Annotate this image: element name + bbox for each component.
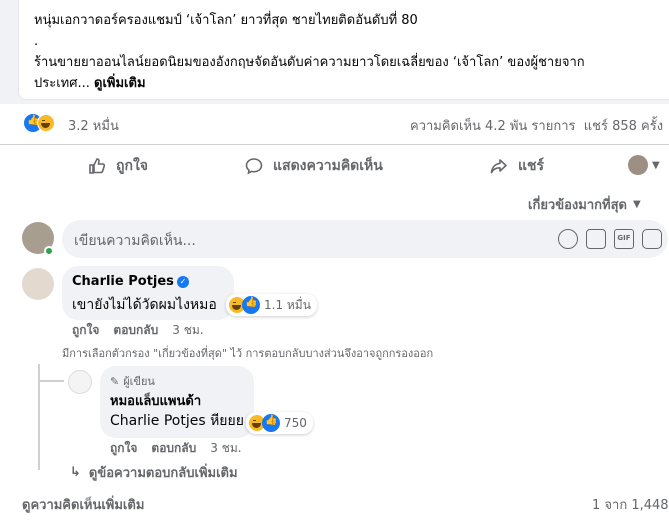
share-arrow-icon	[490, 159, 507, 174]
post-stats: 3.2 หมื่น ความคิดเห็น 4.2 พัน รายการ แชร…	[0, 104, 669, 144]
speech-bubble-icon	[245, 158, 263, 175]
pencil-icon: ✎	[110, 374, 120, 388]
reply-author[interactable]: หมอแล็บแพนด้า	[110, 390, 201, 411]
reply-reactions[interactable]: 750	[246, 412, 313, 434]
comment-meta: ถูกใจ ตอบกลับ 3 ชม.	[72, 321, 204, 340]
comment-like-link[interactable]: ถูกใจ	[72, 321, 99, 340]
post-line-4: ประเทศ...	[34, 76, 90, 91]
emoji-icon[interactable]	[558, 229, 578, 249]
reaction-icons[interactable]	[24, 114, 55, 132]
comment-label: แสดงความคิดเห็น	[273, 158, 383, 174]
sort-dropdown[interactable]: เกี่ยวข้องมากที่สุด ▼	[528, 194, 641, 215]
post-body: หนุ่มเอกวาดอร์ครองแชมป์ ‘เจ้าโลก’ ยาวที่…	[34, 10, 669, 94]
chevron-down-icon: ▼	[632, 199, 641, 210]
see-more-link[interactable]: ดูเพิ่มเติม	[94, 76, 145, 91]
reply-author-avatar[interactable]	[68, 370, 92, 394]
reply-mention[interactable]: Charlie Potjes	[110, 413, 206, 429]
post-line-3: ร้านขายยาออนไลน์ยอดนิยมของอังกฤษจัดอันดั…	[34, 55, 585, 70]
author-badge: ✎ ผู้เขียน	[110, 374, 155, 389]
post-as-selector[interactable]: ▼	[628, 155, 660, 175]
gif-icon[interactable]: GIF	[614, 229, 634, 249]
filter-notice: มีการเลือกตัวกรอง "เกี่ยวข้องที่สุด" ไว้…	[62, 347, 434, 360]
comment-text: เขายังไม่ได้วัดผมไงหมอ	[72, 297, 217, 313]
comment-placeholder: เขียนความคิดเห็น...	[74, 233, 196, 249]
comments-pagination: 1 จาก 1,448	[592, 498, 669, 513]
verified-badge-icon: ✓	[176, 275, 189, 288]
post-line-2: .	[34, 34, 39, 49]
composer-tools: GIF	[558, 229, 662, 249]
camera-icon[interactable]	[586, 229, 606, 249]
comment-time[interactable]: 3 ชม.	[172, 321, 203, 340]
thread-branch	[38, 380, 64, 382]
page-avatar	[628, 155, 648, 175]
post-actions: ถูกใจ แสดงความคิดเห็น แชร์ ▼	[0, 144, 669, 184]
comment-author[interactable]: Charlie Potjes ✓	[72, 274, 189, 289]
comment-reactions[interactable]: 1.1 หมื่น	[226, 294, 317, 316]
like-button[interactable]: ถูกใจ	[88, 155, 148, 177]
sort-label: เกี่ยวข้องมากที่สุด	[528, 198, 627, 213]
comment-input[interactable]: เขียนความคิดเห็น... GIF	[62, 220, 668, 258]
commenter-avatar[interactable]	[22, 268, 54, 300]
post-line-1: หนุ่มเอกวาดอร์ครองแชมป์ ‘เจ้าโลก’ ยาวที่…	[34, 13, 418, 28]
reply-reply-link[interactable]: ตอบกลับ	[151, 439, 196, 458]
share-button[interactable]: แชร์	[490, 155, 544, 177]
reply-reaction-count: 750	[284, 416, 307, 430]
comment-bubble: Charlie Potjes ✓ เขายังไม่ได้วัดผมไงหมอ	[62, 266, 234, 320]
comment-reply-link[interactable]: ตอบกลับ	[113, 321, 158, 340]
chevron-down-icon: ▼	[652, 159, 660, 171]
share-label: แชร์	[518, 158, 545, 174]
comments-shares-count[interactable]: ความคิดเห็น 4.2 พัน รายการ แชร์ 858 ครั้…	[410, 115, 663, 136]
like-label: ถูกใจ	[116, 158, 148, 174]
like-reaction-icon	[242, 296, 260, 314]
more-comments-link[interactable]: ดูความคิดเห็นเพิ่มเติม	[22, 494, 144, 515]
reply-meta: ถูกใจ ตอบกลับ 3 ชม.	[110, 439, 242, 458]
online-status-dot	[44, 246, 54, 256]
thumbs-up-icon	[89, 158, 106, 174]
reactions-count[interactable]: 3.2 หมื่น	[68, 115, 119, 136]
reply-like-link[interactable]: ถูกใจ	[110, 439, 137, 458]
reply-bubble: ✎ ผู้เขียน หมอแล็บแพนด้า Charlie Potjes …	[100, 366, 254, 438]
comment-reaction-count: 1.1 หมื่น	[264, 297, 311, 312]
comments-section: เกี่ยวข้องมากที่สุด ▼ เขียนความคิดเห็น..…	[0, 184, 669, 520]
comment-button[interactable]: แสดงความคิดเห็น	[245, 155, 383, 177]
reply-time[interactable]: 3 ชม.	[210, 439, 241, 458]
like-reaction-icon	[262, 414, 280, 432]
haha-reaction-icon	[37, 114, 55, 132]
sticker-icon[interactable]	[642, 229, 662, 249]
reply-arrow-icon: ↳	[70, 465, 81, 480]
more-replies-link[interactable]: ↳ ดูข้อความตอบกลับเพิ่มเติม	[70, 462, 238, 483]
reply-text: Charlie Potjes หียยย	[110, 413, 244, 429]
